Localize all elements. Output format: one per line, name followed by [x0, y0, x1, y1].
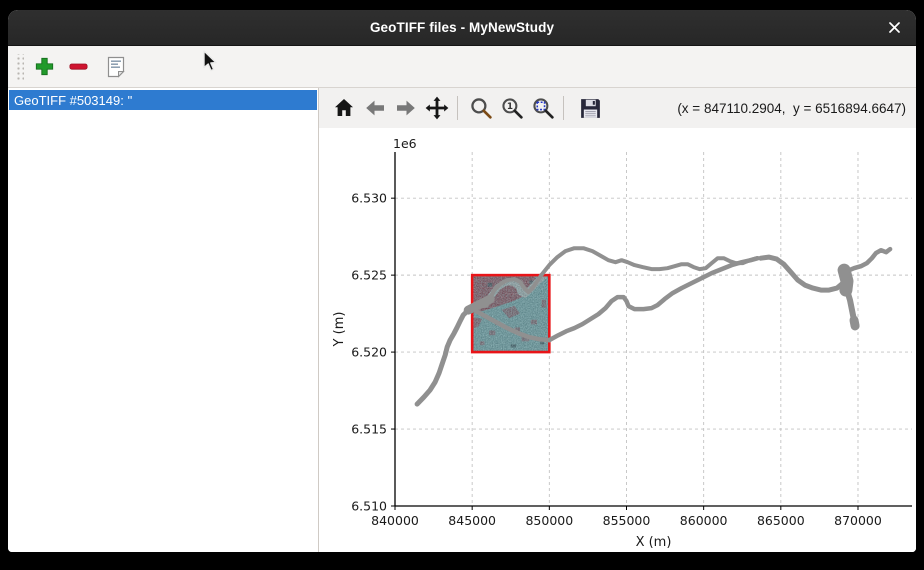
screen: GeoTIFF files - MyNewStudy [0, 0, 924, 570]
svg-text:6.530: 6.530 [351, 190, 387, 205]
zoom-original-button[interactable]: 1 [498, 94, 526, 122]
pan-icon [424, 95, 450, 121]
plot-toolbar: 1 [319, 88, 916, 128]
back-button[interactable] [361, 94, 389, 122]
zoom-icon [469, 96, 494, 121]
svg-text:870000: 870000 [834, 513, 882, 528]
plot-canvas-area: 840000 845000 850000 855000 860000 865000 8700… [319, 128, 916, 552]
svg-text:6.520: 6.520 [351, 344, 387, 359]
toolbar-separator [457, 96, 458, 120]
track-merged [761, 257, 847, 290]
zoom-rect-icon [531, 96, 556, 121]
save-button[interactable] [576, 94, 604, 122]
save-icon [578, 96, 603, 121]
remove-geotiff-button[interactable] [64, 52, 92, 82]
forward-icon [394, 96, 418, 120]
toolbar-separator [563, 96, 564, 120]
titlebar[interactable]: GeoTIFF files - MyNewStudy [8, 10, 916, 46]
add-geotiff-button[interactable] [30, 52, 58, 82]
svg-text:860000: 860000 [680, 513, 728, 528]
document-icon [104, 54, 128, 79]
minus-icon [67, 55, 90, 78]
zoom-button[interactable] [467, 94, 495, 122]
track-spur-end [854, 320, 855, 326]
main-toolbar [8, 46, 916, 88]
forward-button[interactable] [392, 94, 420, 122]
zoom-original-icon: 1 [500, 96, 525, 121]
window-title: GeoTIFF files - MyNewStudy [370, 20, 554, 35]
zoom-rect-button[interactable] [529, 94, 557, 122]
notes-button[interactable] [102, 52, 130, 82]
cursor-coordinates: (x = 847110.2904, y = 6516894.6647) [677, 101, 906, 116]
svg-text:6.510: 6.510 [351, 498, 387, 513]
app-window: GeoTIFF files - MyNewStudy [8, 10, 916, 552]
map-plot[interactable]: 840000 845000 850000 855000 860000 865000 8700… [319, 128, 916, 552]
track-north-branch [541, 248, 756, 275]
svg-text:865000: 865000 [757, 513, 805, 528]
pan-button[interactable] [423, 94, 451, 122]
plus-icon [33, 55, 56, 78]
svg-text:6.515: 6.515 [351, 421, 387, 436]
toolbar-drag-handle[interactable] [15, 54, 24, 80]
close-icon [887, 20, 902, 35]
close-button[interactable] [881, 14, 908, 41]
svg-text:X (m): X (m) [636, 535, 672, 550]
list-item-geotiff[interactable]: GeoTIFF #503149: '' [9, 90, 317, 110]
back-icon [363, 96, 387, 120]
svg-text:845000: 845000 [448, 513, 496, 528]
content-area: GeoTIFF #503149: '' [8, 88, 916, 552]
home-button[interactable] [330, 94, 358, 122]
track-northeast-exit [847, 249, 890, 271]
plot-panel: 1 [319, 88, 916, 552]
geotiff-list-panel: GeoTIFF #503149: '' [8, 88, 319, 552]
svg-text:850000: 850000 [525, 513, 573, 528]
svg-text:855000: 855000 [603, 513, 651, 528]
svg-text:6.525: 6.525 [351, 267, 387, 282]
svg-text:1e6: 1e6 [393, 136, 417, 151]
svg-text:1: 1 [506, 102, 512, 112]
svg-text:840000: 840000 [371, 513, 419, 528]
home-icon [332, 96, 356, 120]
y-axis-label: Y (m) [332, 312, 347, 348]
